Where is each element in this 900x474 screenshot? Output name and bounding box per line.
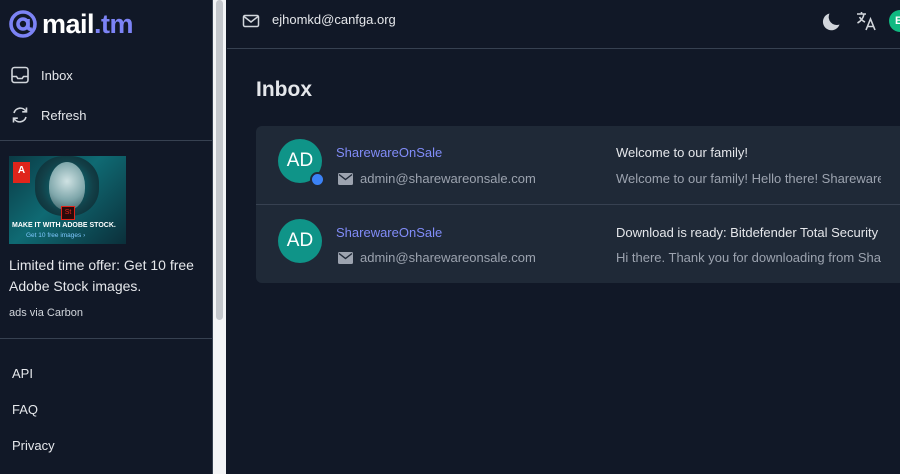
ad-image-cta: Get 10 free images › bbox=[26, 232, 86, 239]
unread-indicator bbox=[310, 172, 325, 187]
sender-address: admin@sharewareonsale.com bbox=[360, 250, 536, 265]
ad-face-shape bbox=[49, 162, 85, 210]
ad-via-link[interactable]: ads via Carbon bbox=[9, 307, 83, 319]
refresh-icon bbox=[10, 105, 30, 125]
ad-image-headline: MAKE IT WITH ADOBE STOCK. bbox=[12, 222, 116, 229]
dark-mode-moon-icon[interactable] bbox=[821, 9, 845, 33]
current-email-address[interactable]: ejhomkd@canfga.org bbox=[272, 12, 396, 27]
sender-name: SharewareOnSale bbox=[336, 145, 443, 160]
message-preview: Welcome to our family! Hello there! Shar… bbox=[616, 171, 881, 186]
logo-text: mail.tm bbox=[42, 8, 134, 39]
ad-text-link[interactable]: Limited time offer: Get 10 free Adobe St… bbox=[9, 255, 199, 297]
message-preview: Hi there. Thank you for downloading from… bbox=[616, 250, 881, 265]
ad-image[interactable]: A St MAKE IT WITH ADOBE STOCK. Get 10 fr… bbox=[9, 156, 126, 244]
message-list: AD SharewareOnSale admin@sharewareonsale… bbox=[256, 126, 900, 283]
scrollbar-thumb[interactable] bbox=[216, 0, 223, 320]
sender-name: SharewareOnSale bbox=[336, 225, 443, 240]
footer-link-api[interactable]: API bbox=[12, 366, 33, 381]
envelope-icon bbox=[338, 252, 353, 264]
message-subject: Download is ready: Bitdefender Total Sec… bbox=[616, 225, 879, 240]
ad-badge: St bbox=[61, 206, 75, 220]
envelope-icon bbox=[338, 173, 353, 185]
message-subject: Welcome to our family! bbox=[616, 145, 748, 160]
footer-link-faq[interactable]: FAQ bbox=[12, 402, 38, 417]
at-sign-logo-icon bbox=[9, 10, 37, 38]
sidebar-item-label: Refresh bbox=[41, 107, 87, 123]
sidebar-divider bbox=[0, 338, 212, 339]
adobe-logo-icon: A bbox=[13, 162, 30, 183]
sidebar: mail.tm Inbox Refresh A St MAKE IT WITH … bbox=[0, 0, 213, 474]
translate-icon[interactable] bbox=[854, 9, 878, 33]
message-row[interactable]: AD SharewareOnSale admin@sharewareonsale… bbox=[256, 126, 900, 204]
account-avatar[interactable]: E bbox=[889, 10, 900, 32]
sender-avatar: AD bbox=[278, 219, 322, 263]
inbox-icon bbox=[10, 65, 30, 85]
sidebar-divider bbox=[0, 140, 212, 141]
sidebar-item-refresh[interactable]: Refresh bbox=[0, 96, 212, 134]
sender-address: admin@sharewareonsale.com bbox=[360, 171, 536, 186]
envelope-icon bbox=[242, 14, 260, 28]
page-title: Inbox bbox=[256, 78, 312, 101]
sidebar-item-inbox[interactable]: Inbox bbox=[0, 56, 212, 94]
message-row[interactable]: AD SharewareOnSale admin@sharewareonsale… bbox=[256, 204, 900, 283]
mailtm-logo[interactable]: mail.tm bbox=[8, 6, 134, 42]
sidebar-item-label: Inbox bbox=[41, 67, 73, 83]
footer-link-privacy[interactable]: Privacy bbox=[12, 438, 55, 453]
top-bar: ejhomkd@canfga.org E bbox=[227, 0, 900, 49]
